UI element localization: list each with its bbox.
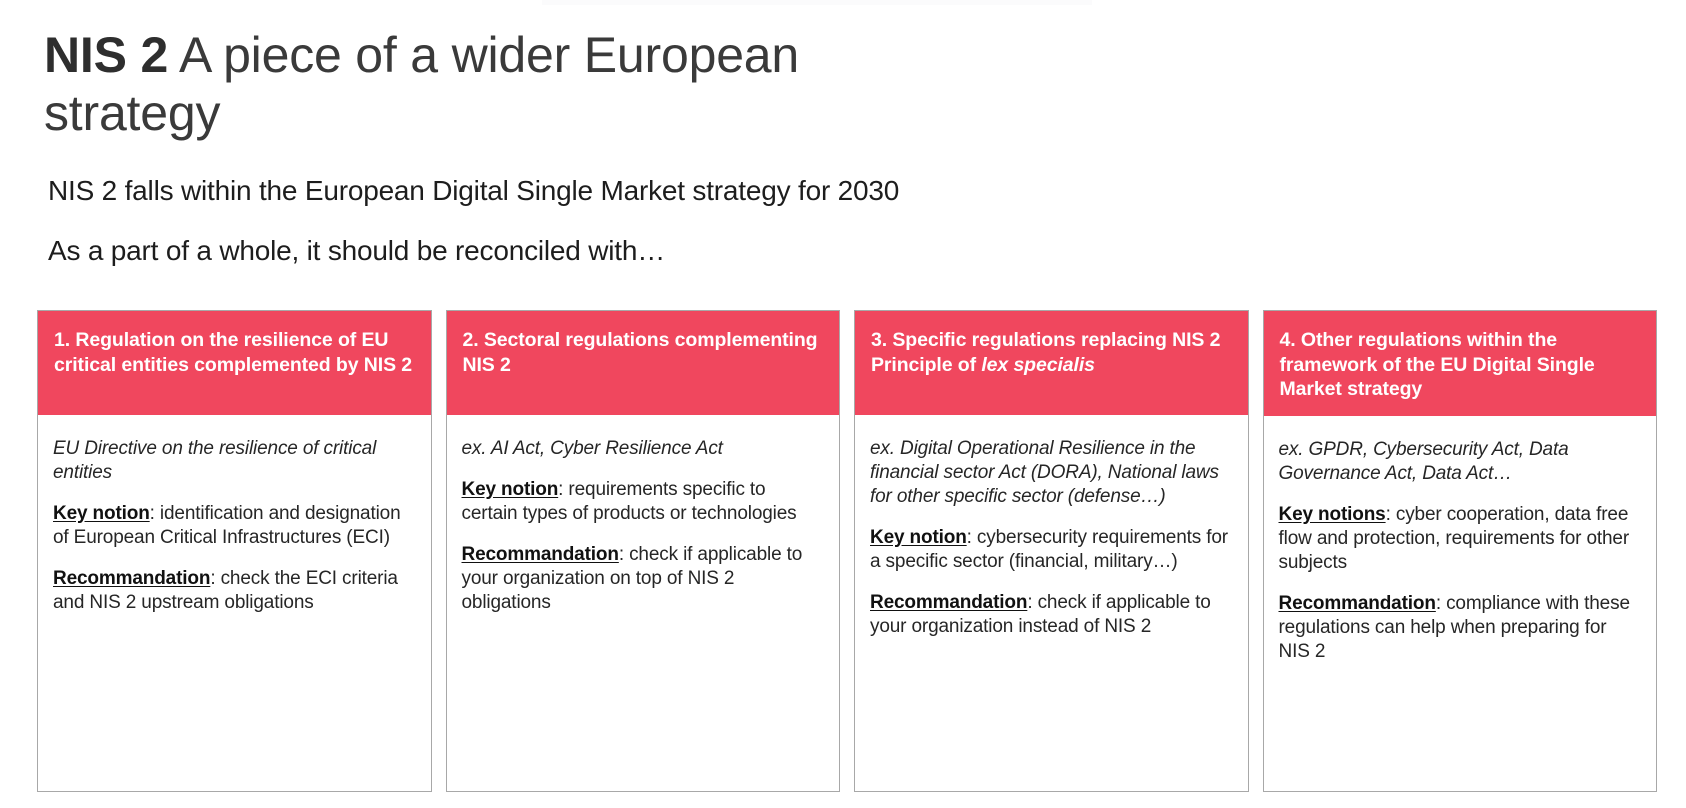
- card-header-title: 1. Regulation on the resilience of EU cr…: [54, 329, 413, 376]
- card-header: 3. Specific regulations replacing NIS 2 …: [855, 311, 1248, 415]
- card-header-subtitle-italic: lex specialis: [981, 353, 1095, 376]
- card-recommendation-paragraph: Recommandation: check the ECI criteria a…: [53, 567, 416, 615]
- subtitle-line-2: As a part of a whole, it should be recon…: [48, 235, 666, 266]
- card-key-notion-paragraph: Key notions: cyber cooperation, data fre…: [1279, 503, 1642, 575]
- card-recommendation-label: Recommandation: [461, 544, 619, 565]
- card-recommendation-paragraph: Recommandation: check if applicable to y…: [462, 543, 825, 615]
- card-key-notion-paragraph: Key notion: requirements specific to cer…: [462, 478, 825, 526]
- card-key-notion-paragraph: Key notion: identification and designati…: [53, 502, 416, 550]
- card-example-text: ex. Digital Operational Resilience in th…: [870, 438, 1219, 507]
- regulation-card[interactable]: 3. Specific regulations replacing NIS 2 …: [854, 310, 1249, 792]
- card-header: 1. Regulation on the resilience of EU cr…: [38, 311, 431, 415]
- card-header-title: 3. Specific regulations replacing NIS 2: [871, 329, 1221, 351]
- regulation-card[interactable]: 2. Sectoral regulations complementing NI…: [445, 310, 840, 792]
- regulation-card[interactable]: 1. Regulation on the resilience of EU cr…: [37, 310, 432, 792]
- card-example-text: ex. AI Act, Cyber Resilience Act: [461, 438, 723, 459]
- top-strip-decoration: [542, 0, 1092, 5]
- subtitle-line-1: NIS 2 falls within the European Digital …: [48, 175, 900, 206]
- card-header-title: 4. Other regulations within the framewor…: [1279, 329, 1595, 400]
- regulation-cards-row: 1. Regulation on the resilience of EU cr…: [37, 310, 1657, 792]
- card-key-notion-label: Key notion: [870, 527, 967, 548]
- card-recommendation-label: Recommandation: [53, 568, 211, 589]
- card-body: ex. Digital Operational Resilience in th…: [855, 415, 1248, 791]
- page-title: NIS 2 A piece of a wider European strate…: [44, 26, 944, 142]
- card-recommendation-label: Recommandation: [1278, 592, 1436, 614]
- card-recommendation-paragraph: Recommandation: check if applicable to y…: [870, 591, 1233, 639]
- card-example-text: ex. GPDR, Cybersecurity Act, Data Govern…: [1278, 438, 1569, 484]
- page-title-block: NIS 2 A piece of a wider European strate…: [44, 26, 944, 142]
- card-recommendation-paragraph: Recommandation: compliance with these re…: [1279, 592, 1642, 664]
- card-header-subtitle-text: Principle of: [871, 353, 982, 376]
- page-title-emphasis: NIS 2: [44, 27, 169, 83]
- card-key-notion-label: Key notion: [53, 503, 150, 524]
- card-header-subtitle: Principle of lex specialis: [871, 353, 1232, 378]
- card-key-notion-label: Key notion: [461, 479, 559, 500]
- card-header: 4. Other regulations within the framewor…: [1263, 311, 1656, 416]
- card-recommendation-label: Recommandation: [870, 592, 1028, 613]
- card-key-notion-label: Key notions: [1278, 503, 1386, 525]
- card-header-title: 2. Sectoral regulations complementing NI…: [462, 329, 818, 376]
- card-example-text: EU Directive on the resilience of critic…: [53, 438, 377, 483]
- regulation-card[interactable]: 4. Other regulations within the framewor…: [1262, 310, 1657, 792]
- slide-root: NIS 2 A piece of a wider European strate…: [0, 0, 1686, 808]
- card-body: EU Directive on the resilience of critic…: [38, 415, 431, 791]
- card-body: ex. AI Act, Cyber Resilience Act Key not…: [447, 415, 840, 791]
- card-key-notion-paragraph: Key notion: cybersecurity requirements f…: [870, 526, 1233, 574]
- card-body: ex. GPDR, Cybersecurity Act, Data Govern…: [1264, 416, 1657, 792]
- card-header: 2. Sectoral regulations complementing NI…: [446, 311, 839, 415]
